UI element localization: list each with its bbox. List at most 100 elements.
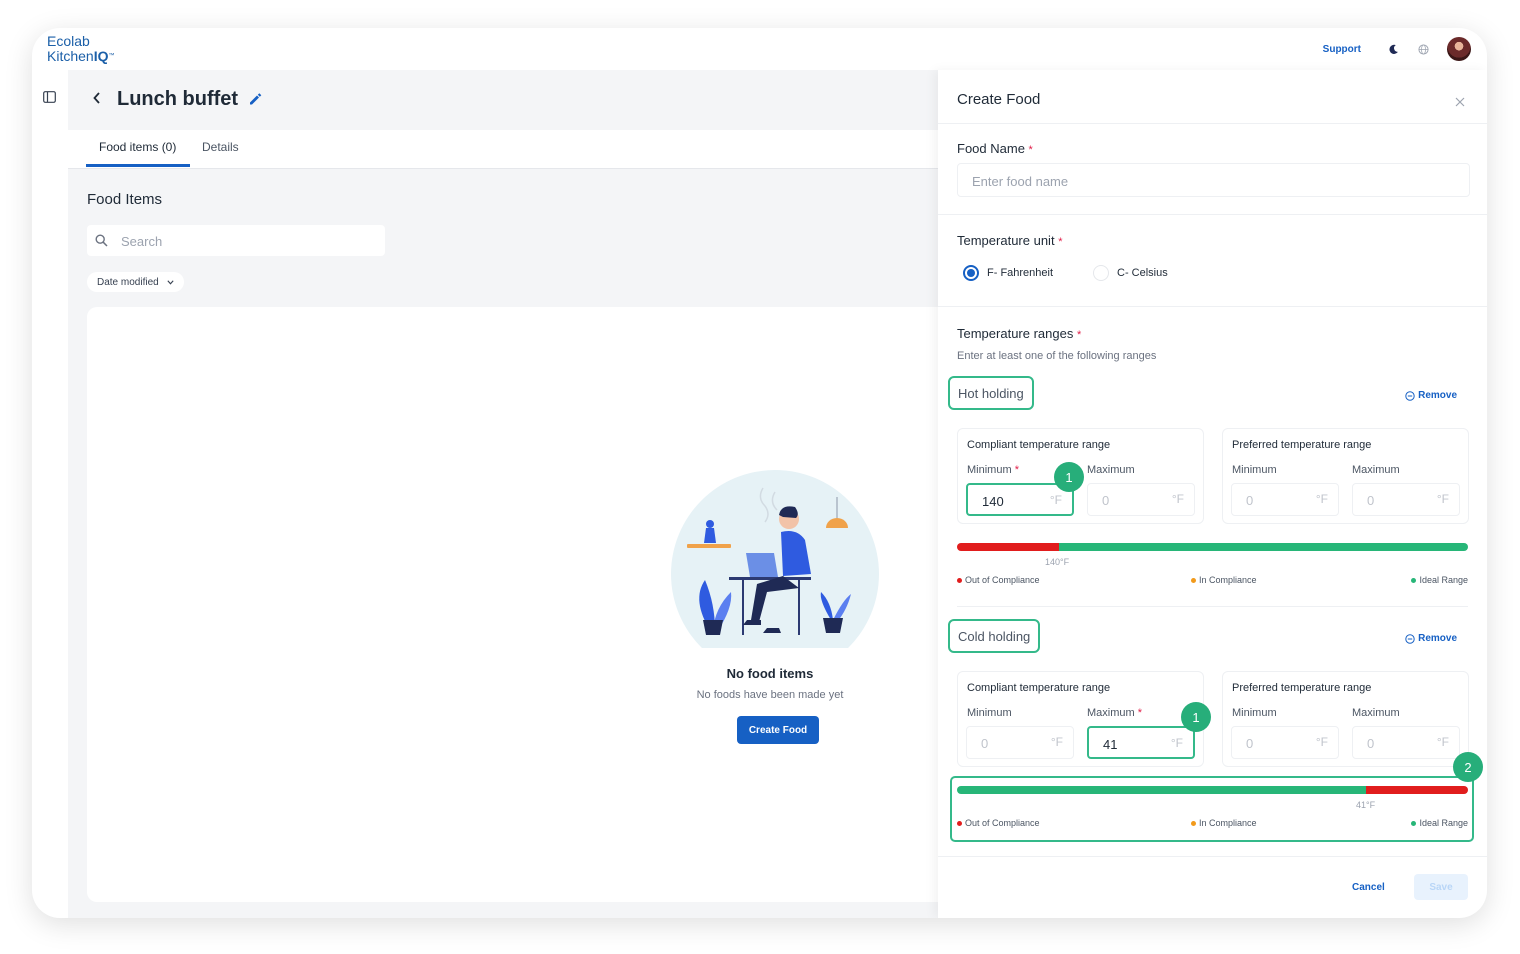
maximum-label: Maximum bbox=[1352, 707, 1400, 719]
food-items-heading: Food Items bbox=[87, 191, 163, 208]
app-window: Ecolab KitchenIQ™ Support Lunch buffet F… bbox=[32, 28, 1487, 918]
hot-preferred-max-input[interactable] bbox=[1365, 490, 1429, 510]
back-chevron-icon[interactable] bbox=[92, 90, 102, 111]
preferred-range-title: Preferred temperature range bbox=[1232, 682, 1372, 694]
divider bbox=[957, 606, 1468, 607]
out-of-compliance-segment bbox=[957, 543, 1060, 551]
ideal-range-segment bbox=[957, 786, 1366, 794]
ideal-range-segment bbox=[1059, 543, 1468, 551]
hot-compliant-min-input[interactable] bbox=[980, 491, 1044, 511]
legend-ideal-range: Ideal Range bbox=[1411, 818, 1468, 828]
hot-compliant-max-input[interactable] bbox=[1100, 490, 1164, 510]
sidebar-toggle-icon[interactable] bbox=[43, 90, 56, 108]
hot-preferred-min-field: °F bbox=[1231, 483, 1339, 516]
minus-circle-icon bbox=[1405, 633, 1415, 644]
cold-preferred-max-input[interactable] bbox=[1365, 733, 1429, 753]
temperature-ranges-hint: Enter at least one of the following rang… bbox=[957, 350, 1157, 362]
unit-suffix: °F bbox=[1171, 492, 1184, 506]
sort-label: Date modified bbox=[97, 276, 159, 288]
ecolab-kitcheniq-logo[interactable]: Ecolab KitchenIQ™ bbox=[47, 34, 114, 64]
panel-header: Create Food bbox=[938, 70, 1487, 124]
panel-title: Create Food bbox=[957, 91, 1041, 108]
cold-holding-title: Cold holding bbox=[948, 619, 1041, 653]
unit-suffix: °F bbox=[1436, 492, 1449, 506]
hot-range-bar bbox=[957, 543, 1468, 551]
green-dot bbox=[1411, 577, 1417, 583]
green-dot bbox=[1411, 820, 1417, 826]
legend-ideal-range: Ideal Range bbox=[1411, 575, 1468, 585]
cold-holding-remove-button[interactable]: Remove bbox=[1405, 633, 1457, 644]
save-button[interactable]: Save bbox=[1414, 874, 1468, 900]
preferred-range-title: Preferred temperature range bbox=[1232, 439, 1372, 451]
red-dot bbox=[957, 820, 962, 826]
food-name-label: Food Name * bbox=[957, 141, 1033, 156]
create-food-button[interactable]: Create Food bbox=[737, 716, 819, 744]
cold-compliant-min-field: °F bbox=[966, 726, 1074, 759]
search-input[interactable] bbox=[119, 230, 373, 252]
food-name-input[interactable] bbox=[970, 170, 1454, 192]
user-avatar[interactable] bbox=[1447, 37, 1471, 61]
search-box bbox=[87, 225, 385, 256]
minimum-label: Minimum bbox=[1232, 707, 1277, 719]
top-bar: Ecolab KitchenIQ™ Support bbox=[32, 28, 1487, 70]
tabs-bar: Food items (0) Details bbox=[68, 130, 938, 169]
cold-compliant-range-card: Compliant temperature range Minimum Maxi… bbox=[957, 671, 1204, 767]
unit-suffix: °F bbox=[1315, 735, 1328, 749]
legend-out-of-compliance: Out of Compliance bbox=[957, 818, 1040, 828]
unit-suffix: °F bbox=[1315, 492, 1328, 506]
edit-pencil-icon[interactable] bbox=[248, 92, 262, 111]
remove-label: Remove bbox=[1418, 633, 1457, 644]
maximum-label: Maximum bbox=[1087, 464, 1135, 476]
cold-compliant-max-field: °F bbox=[1087, 726, 1195, 759]
celsius-radio[interactable] bbox=[1093, 265, 1109, 281]
close-icon[interactable] bbox=[1455, 94, 1465, 112]
unit-suffix: °F bbox=[1049, 493, 1062, 507]
cold-preferred-max-field: °F bbox=[1352, 726, 1460, 759]
compliant-range-title: Compliant temperature range bbox=[967, 682, 1111, 694]
main-content: Lunch buffet Food items (0) Details Food… bbox=[68, 70, 939, 918]
cancel-button[interactable]: Cancel bbox=[1352, 882, 1385, 893]
cold-preferred-min-field: °F bbox=[1231, 726, 1339, 759]
tab-details[interactable]: Details bbox=[202, 140, 239, 154]
legend-in-compliance: In Compliance bbox=[1191, 818, 1257, 828]
hot-bar-legend: Out of Compliance In Compliance Ideal Ra… bbox=[957, 575, 1468, 587]
hot-preferred-min-input[interactable] bbox=[1244, 490, 1308, 510]
active-tab-underline bbox=[86, 164, 190, 167]
page-title: Lunch buffet bbox=[117, 88, 239, 110]
chevron-down-icon bbox=[167, 279, 174, 285]
orange-dot bbox=[1191, 820, 1196, 826]
cold-compliant-min-input[interactable] bbox=[979, 733, 1043, 753]
compliant-range-title: Compliant temperature range bbox=[967, 439, 1111, 451]
minimum-label: Minimum bbox=[1232, 464, 1277, 476]
hot-preferred-range-card: Preferred temperature range Minimum Maxi… bbox=[1222, 428, 1469, 524]
minus-circle-icon bbox=[1405, 390, 1415, 401]
out-of-compliance-segment bbox=[1365, 786, 1468, 794]
cold-bar-legend: Out of Compliance In Compliance Ideal Ra… bbox=[957, 818, 1468, 830]
hot-bar-marker-label: 140°F bbox=[1045, 557, 1070, 567]
globe-icon[interactable] bbox=[1417, 43, 1429, 55]
dark-mode-moon-icon[interactable] bbox=[1387, 43, 1399, 55]
cold-preferred-range-card: Preferred temperature range Minimum Maxi… bbox=[1222, 671, 1469, 767]
search-icon bbox=[95, 234, 108, 252]
red-dot bbox=[957, 577, 962, 583]
cold-preferred-min-input[interactable] bbox=[1244, 733, 1308, 753]
page-header: Lunch buffet bbox=[68, 70, 938, 130]
support-link[interactable]: Support bbox=[1323, 44, 1361, 55]
divider bbox=[938, 306, 1487, 307]
maximum-label: Maximum * bbox=[1087, 707, 1143, 719]
cold-compliant-max-input[interactable] bbox=[1101, 734, 1165, 754]
temperature-ranges-label: Temperature ranges * bbox=[957, 326, 1082, 341]
orange-dot bbox=[1191, 577, 1196, 583]
hot-preferred-max-field: °F bbox=[1352, 483, 1460, 516]
sort-dropdown[interactable]: Date modified bbox=[87, 272, 184, 292]
food-name-field bbox=[957, 163, 1470, 197]
cold-bar-marker-label: 41°F bbox=[1356, 800, 1376, 810]
hot-holding-remove-button[interactable]: Remove bbox=[1405, 390, 1457, 401]
create-food-panel: Create Food Food Name * Temperature unit… bbox=[938, 70, 1487, 918]
logo-line2: KitchenIQ™ bbox=[47, 48, 115, 64]
tab-food-items[interactable]: Food items (0) bbox=[99, 140, 176, 154]
fahrenheit-radio[interactable] bbox=[963, 265, 979, 281]
legend-in-compliance: In Compliance bbox=[1191, 575, 1257, 585]
legend-out-of-compliance: Out of Compliance bbox=[957, 575, 1040, 585]
logo-line1: Ecolab bbox=[47, 33, 90, 49]
